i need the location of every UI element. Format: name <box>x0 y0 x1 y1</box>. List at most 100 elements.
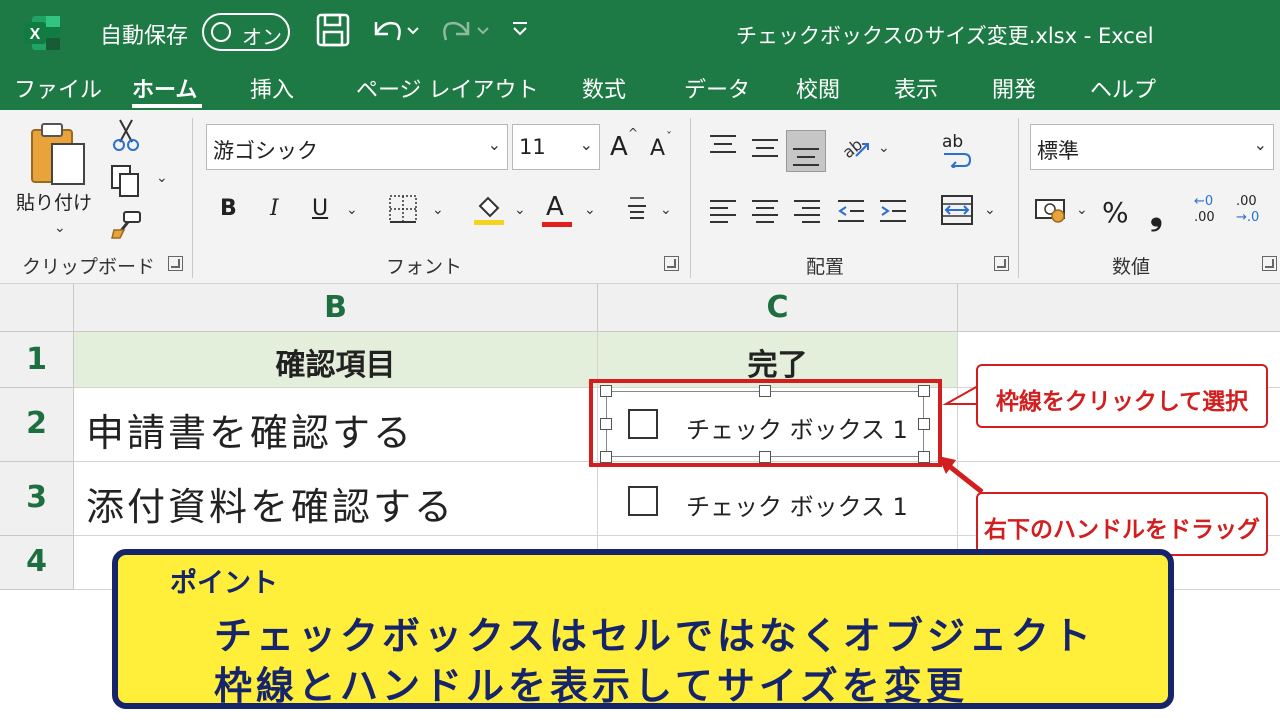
excel-logo-icon: X <box>22 14 62 52</box>
underline-button[interactable]: U <box>312 196 328 221</box>
font-size-combo[interactable]: 11 ⌄ <box>512 124 600 170</box>
resize-handle-bottom-left[interactable] <box>600 451 612 463</box>
title-bar: X 自動保存 オン チェックボックスのサイズ変更.xlsx - Excel <box>0 0 1280 64</box>
comma-style-button[interactable]: ❟ <box>1150 194 1163 233</box>
currency-format-icon[interactable] <box>1034 196 1070 232</box>
point-box: ポイント チェックボックスはセルではなくオブジェクト 枠線とハンドルを表示してサ… <box>112 549 1174 709</box>
number-launcher-icon[interactable] <box>1262 256 1277 271</box>
tab-review[interactable]: 校閲 <box>796 72 840 104</box>
save-icon[interactable] <box>316 12 350 52</box>
increase-decimal-button[interactable]: ←0 .00 <box>1194 194 1230 234</box>
percent-button[interactable]: % <box>1102 196 1129 229</box>
row-header-1[interactable]: 1 <box>0 332 74 388</box>
decrease-indent-icon[interactable] <box>836 196 866 232</box>
chevron-down-icon: ⌄ <box>1253 135 1267 154</box>
align-left-icon[interactable] <box>708 196 738 232</box>
align-bottom-icon[interactable] <box>786 130 826 172</box>
increase-indent-icon[interactable] <box>878 196 908 232</box>
alignment-launcher-icon[interactable] <box>994 256 1009 271</box>
tab-data[interactable]: データ <box>684 72 750 104</box>
borders-icon[interactable] <box>388 194 418 230</box>
row-header-4[interactable]: 4 <box>0 536 74 590</box>
tab-page-layout[interactable]: ページ レイアウト <box>356 72 539 104</box>
clipboard-launcher-icon[interactable] <box>168 256 183 271</box>
tab-home[interactable]: ホーム <box>132 72 197 104</box>
merge-dropdown-icon[interactable]: ⌄ <box>984 202 996 218</box>
resize-handle-left[interactable] <box>600 418 612 430</box>
chevron-down-icon: ⌄ <box>487 135 501 154</box>
cell-b1[interactable]: 確認項目 <box>74 332 598 388</box>
redo-icon[interactable] <box>438 12 494 52</box>
group-separator <box>1018 118 1019 278</box>
cell-b3[interactable]: 添付資料を確認する <box>74 462 598 536</box>
currency-dropdown-icon[interactable]: ⌄ <box>1076 202 1088 218</box>
orientation-dropdown-icon[interactable]: ⌄ <box>878 140 890 156</box>
point-line-2: 枠線とハンドルを表示してサイズを変更 <box>214 664 968 708</box>
tab-developer[interactable]: 開発 <box>992 72 1036 104</box>
align-right-icon[interactable] <box>792 196 822 232</box>
bold-button[interactable]: B <box>220 196 237 221</box>
number-format-combo[interactable]: 標準 ⌄ <box>1030 124 1274 170</box>
fill-color-icon[interactable] <box>472 192 506 232</box>
tab-view[interactable]: 表示 <box>894 72 938 104</box>
caret-up-icon: ^ <box>628 126 639 140</box>
cut-icon[interactable] <box>112 118 140 158</box>
group-separator <box>192 118 193 278</box>
phonetic-dropdown-icon[interactable]: ⌄ <box>660 202 672 218</box>
borders-dropdown-icon[interactable]: ⌄ <box>432 202 444 218</box>
decrease-decimal-bottom: →.0 <box>1236 210 1260 225</box>
underline-dropdown-icon[interactable]: ⌄ <box>346 202 358 218</box>
paste-dropdown-icon[interactable]: ⌄ <box>54 220 66 236</box>
font-name-value: 游ゴシック <box>213 139 318 163</box>
fill-color-dropdown-icon[interactable]: ⌄ <box>514 202 526 218</box>
checkbox-label-row3[interactable]: チェック ボックス 1 <box>686 487 908 522</box>
checkbox-row3[interactable] <box>628 486 658 516</box>
resize-handle-top-left[interactable] <box>600 385 612 397</box>
copy-dropdown-icon[interactable]: ⌄ <box>156 170 168 186</box>
checkbox-row2[interactable] <box>628 409 658 439</box>
resize-handle-bottom[interactable] <box>759 451 771 463</box>
column-header-c[interactable]: C <box>598 284 958 332</box>
paste-icon[interactable] <box>26 120 90 196</box>
shrink-font-button[interactable]: A <box>650 136 665 161</box>
copy-icon[interactable] <box>110 164 142 204</box>
font-color-dropdown-icon[interactable]: ⌄ <box>584 202 596 218</box>
row-header-3[interactable]: 3 <box>0 462 74 536</box>
tab-file[interactable]: ファイル <box>14 72 102 104</box>
column-header-b[interactable]: B <box>74 284 598 332</box>
merge-center-icon[interactable] <box>940 194 974 232</box>
resize-handle-bottom-right[interactable] <box>918 451 930 463</box>
ribbon-tabs: ファイル ホーム 挿入 ページ レイアウト 数式 データ 校閲 表示 開発 ヘル… <box>0 64 1280 110</box>
wrap-text-glyph: ab <box>942 132 964 152</box>
chevron-down-icon: ⌄ <box>579 135 593 154</box>
row-header-2[interactable]: 2 <box>0 388 74 462</box>
font-name-combo[interactable]: 游ゴシック ⌄ <box>206 124 508 170</box>
customize-toolbar-icon[interactable] <box>510 20 530 44</box>
column-header-d[interactable] <box>958 284 1280 332</box>
resize-handle-right[interactable] <box>918 418 930 430</box>
group-separator <box>690 118 691 278</box>
resize-handle-top-right[interactable] <box>918 385 930 397</box>
tab-formulas[interactable]: 数式 <box>582 72 626 104</box>
grow-font-button[interactable]: A <box>610 132 628 162</box>
format-painter-icon[interactable] <box>110 210 142 246</box>
number-format-value: 標準 <box>1037 139 1079 163</box>
tab-insert[interactable]: 挿入 <box>250 72 294 104</box>
align-top-icon[interactable] <box>706 130 740 170</box>
orientation-icon[interactable]: ab <box>838 130 872 170</box>
align-middle-icon[interactable] <box>748 130 782 170</box>
italic-button[interactable]: I <box>270 196 279 221</box>
cell-b2[interactable]: 申請書を確認する <box>74 388 598 462</box>
document-title: チェックボックスのサイズ変更.xlsx - Excel <box>736 24 1154 48</box>
phonetic-icon[interactable] <box>624 194 650 230</box>
autosave-toggle[interactable]: オン <box>202 13 290 51</box>
undo-icon[interactable] <box>368 12 424 52</box>
decrease-decimal-button[interactable]: .00 →.0 <box>1236 194 1272 234</box>
align-center-icon[interactable] <box>750 196 780 232</box>
select-all-corner[interactable] <box>0 284 74 332</box>
font-launcher-icon[interactable] <box>664 256 679 271</box>
resize-handle-top[interactable] <box>759 385 771 397</box>
paste-label[interactable]: 貼り付け <box>16 188 92 215</box>
tab-help[interactable]: ヘルプ <box>1090 72 1156 104</box>
checkbox-label-row2[interactable]: チェック ボックス 1 <box>686 410 908 445</box>
